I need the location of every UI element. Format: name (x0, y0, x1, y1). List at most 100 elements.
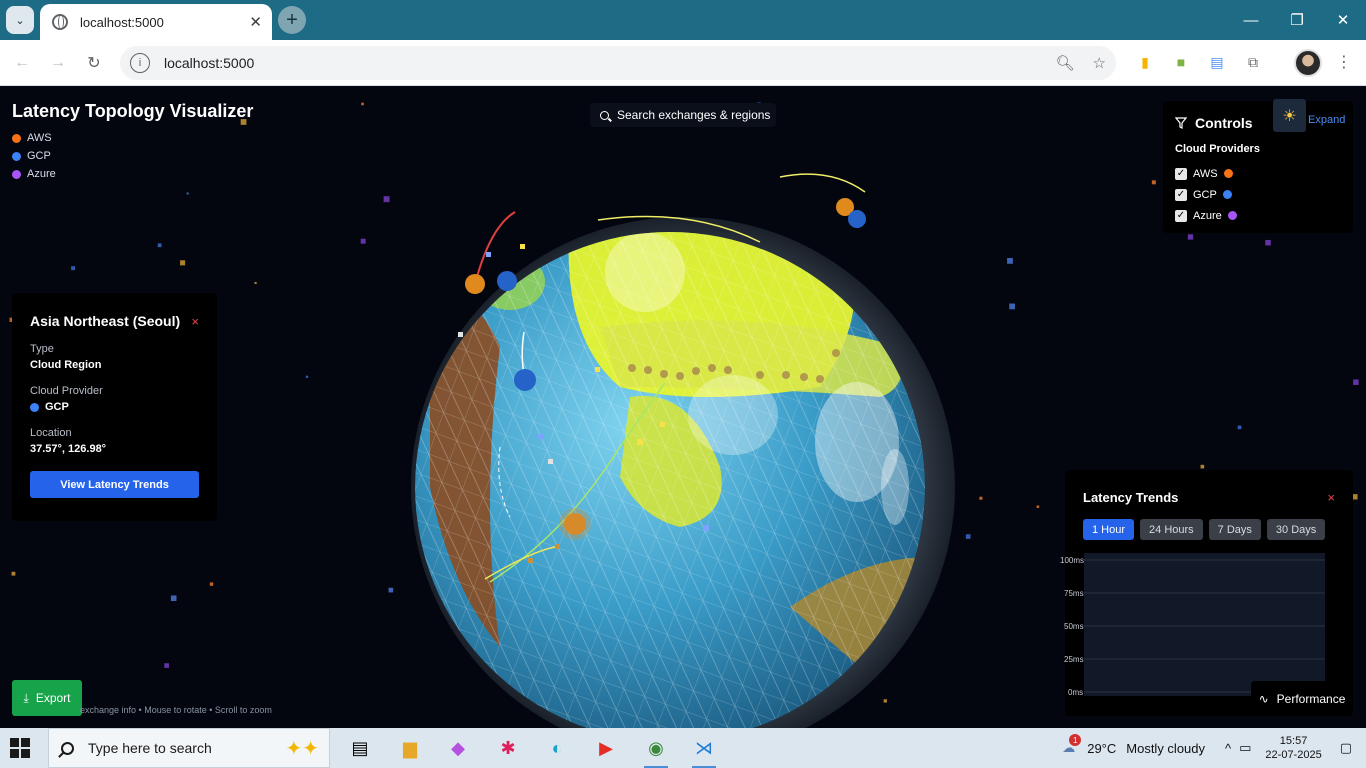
legend-label: Azure (27, 168, 56, 180)
extensions-puzzle-icon[interactable]: ⧉ (1242, 51, 1264, 73)
performance-button[interactable]: ∿ Performance (1251, 681, 1353, 716)
youtube-icon[interactable]: ▶ (586, 732, 626, 764)
site-info-icon[interactable]: i (130, 53, 150, 73)
trends-header: Latency Trends × (1083, 490, 1335, 505)
provider-legend: AWS GCP Azure (12, 129, 56, 183)
minimize-button[interactable]: — (1228, 0, 1274, 40)
weather-temp[interactable]: 29°C (1087, 741, 1116, 756)
y-tick-label: 0ms (1068, 688, 1083, 697)
tab-search-button[interactable]: ⌄ (6, 6, 34, 34)
azure-dot-icon (1227, 211, 1237, 220)
cloud-providers-heading: Cloud Providers (1175, 143, 1260, 155)
extension-green-icon[interactable]: ■ (1170, 51, 1192, 73)
omnibox[interactable]: i localhost:5000 🔍︎ ☆ (120, 46, 1116, 80)
close-info-button[interactable]: × (191, 314, 199, 329)
copilot-icon[interactable]: ◆ (438, 732, 478, 764)
system-tray: ☁ 1 29°C Mostly cloudy ^ ▭ 15:57 22-07-2… (1062, 728, 1366, 768)
gcp-seoul-marker[interactable] (514, 369, 536, 391)
y-tick-label: 50ms (1064, 622, 1084, 631)
provider-label: GCP (1193, 188, 1217, 201)
browser-tab[interactable]: localhost:5000 ✕ (40, 4, 272, 40)
reload-button[interactable]: ↻ (82, 51, 106, 75)
expand-controls-link[interactable]: Expand (1308, 114, 1345, 126)
restore-button[interactable]: ❐ (1274, 0, 1320, 40)
provider-filter-gcp[interactable]: ✓ GCP (1175, 184, 1353, 205)
weather-text[interactable]: Mostly cloudy (1126, 741, 1205, 756)
aws-region-marker[interactable] (465, 274, 485, 294)
trends-title: Latency Trends (1083, 490, 1179, 505)
y-tick-label: 100ms (1060, 556, 1084, 565)
zoom-icon[interactable]: 🔍︎ (1056, 54, 1075, 72)
time-range-tabs: 1 Hour 24 Hours 7 Days 30 Days (1083, 519, 1335, 540)
provider-label: Azure (1193, 209, 1222, 222)
azure-checkbox[interactable]: ✓ (1175, 209, 1187, 222)
taskbar-search-input[interactable]: Type here to search ✦✦ (48, 728, 330, 768)
url-text[interactable]: localhost:5000 (164, 55, 254, 71)
network-icon[interactable]: ▭ (1239, 740, 1251, 756)
tab-7-days[interactable]: 7 Days (1208, 519, 1261, 540)
slack-icon[interactable]: ✱ (488, 732, 528, 764)
task-view-icon[interactable]: ▤ (340, 732, 380, 764)
location-value: 37.57°, 126.98° (30, 443, 107, 455)
globe-icon (52, 14, 68, 30)
chrome-icon[interactable]: ◉ (636, 732, 676, 768)
clock[interactable]: 15:57 22-07-2025 (1265, 734, 1321, 762)
performance-label: Performance (1276, 691, 1346, 706)
windows-taskbar: Type here to search ✦✦ ▤ ▆ ◆ ✱ ◐ ▶ ◉ ⋊ ☁… (0, 728, 1366, 768)
notification-icon[interactable]: ▢ (1340, 740, 1352, 756)
aws-checkbox[interactable]: ✓ (1175, 167, 1187, 180)
activity-icon: ∿ (1258, 691, 1269, 706)
clock-time: 15:57 (1279, 735, 1308, 747)
close-tab-icon[interactable]: ✕ (249, 13, 262, 31)
legend-item-gcp: GCP (12, 147, 56, 165)
forward-button[interactable]: → (46, 51, 70, 75)
chevron-up-icon[interactable]: ^ (1225, 741, 1231, 756)
export-button[interactable]: ⤓ Export (12, 680, 82, 716)
bookmark-star-icon[interactable]: ☆ (1093, 54, 1106, 72)
extension-blue-icon[interactable]: ▤ (1206, 51, 1228, 73)
copilot-sparkle-icon: ✦✦ (285, 737, 319, 760)
legend-item-aws: AWS (12, 129, 56, 147)
tab-title: localhost:5000 (80, 14, 164, 30)
app-title: Latency Topology Visualizer (12, 101, 254, 121)
extension-yellow-icon[interactable]: ▮ (1134, 51, 1156, 73)
profile-avatar[interactable] (1294, 49, 1322, 77)
view-latency-trends-button[interactable]: View Latency Trends (30, 471, 199, 498)
app-viewport: Latency Topology Visualizer AWS GCP Azur… (0, 87, 1366, 728)
gcp-checkbox[interactable]: ✓ (1175, 188, 1187, 201)
provider-filter-azure[interactable]: ✓ Azure (1175, 205, 1353, 226)
search-label: Search exchanges & regions (617, 108, 771, 122)
latency-chart: 100ms 75ms 50ms 25ms 0ms (1060, 553, 1325, 697)
tab-30-days[interactable]: 30 Days (1266, 519, 1326, 540)
tab-1-hour[interactable]: 1 Hour (1083, 519, 1135, 540)
tab-24-hours[interactable]: 24 Hours (1140, 519, 1203, 540)
theme-toggle-button[interactable]: ☀ (1273, 99, 1306, 132)
gcp-region-marker[interactable] (497, 271, 517, 291)
provider-label: AWS (1193, 167, 1218, 180)
location-label: Location (30, 427, 72, 439)
omnibox-actions: 🔍︎ ☆ (1056, 54, 1107, 72)
weather-badge: 1 (1069, 734, 1082, 746)
provider-filter-aws[interactable]: ✓ AWS (1175, 163, 1353, 184)
file-explorer-icon[interactable]: ▆ (390, 732, 430, 764)
browser-menu-icon[interactable]: ⋮ (1336, 52, 1352, 72)
gcp-dot-icon (12, 151, 21, 161)
edge-icon[interactable]: ◐ (537, 732, 577, 764)
aws-dot-icon (1223, 169, 1233, 178)
chart-plot-area (1084, 553, 1325, 696)
new-tab-button[interactable]: + (278, 6, 306, 34)
close-trends-button[interactable]: × (1327, 490, 1335, 505)
close-window-button[interactable]: ✕ (1320, 0, 1366, 40)
vscode-icon[interactable]: ⋊ (684, 732, 724, 768)
globe-surface (415, 232, 925, 728)
legend-label: GCP (27, 150, 51, 162)
aws-dot-icon (12, 133, 21, 143)
search-icon (600, 110, 609, 120)
region-title: Asia Northeast (Seoul) (30, 313, 181, 329)
windows-start-icon[interactable] (10, 738, 30, 758)
back-button[interactable]: ← (10, 51, 34, 75)
gcp-region-marker[interactable] (848, 210, 866, 228)
search-exchanges-button[interactable]: Search exchanges & regions (590, 103, 776, 127)
extensions: ▮ ■ ▤ ⧉ (1134, 51, 1264, 73)
controls-title: Controls (1195, 115, 1253, 131)
